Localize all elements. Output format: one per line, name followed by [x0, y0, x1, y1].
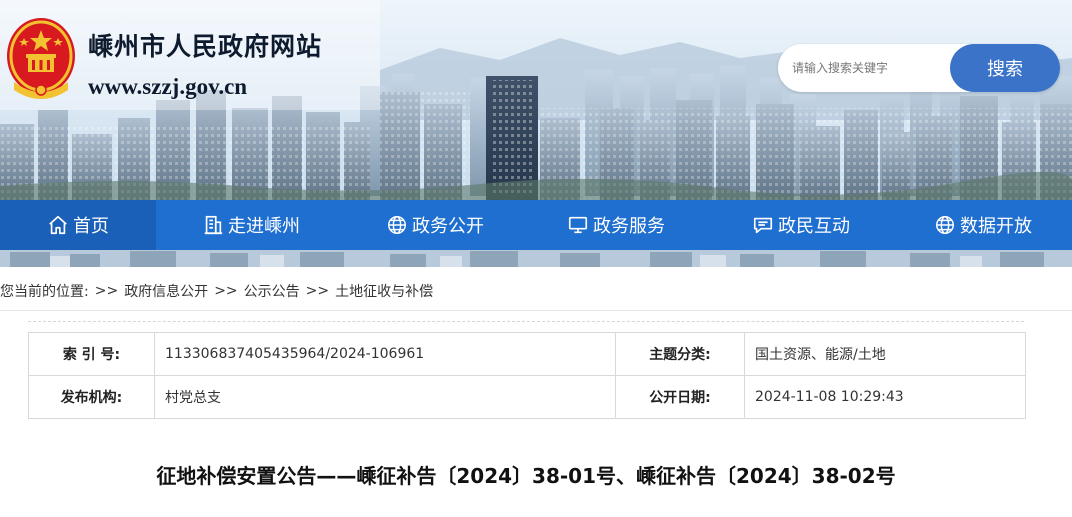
nav-item-label: 首页 — [73, 216, 109, 237]
breadcrumb-separator: >> — [94, 283, 119, 299]
publish-date-value: 2024-11-08 10:29:43 — [744, 375, 1026, 419]
nav-item-about-shengzhou[interactable]: 走进嵊州 — [156, 200, 346, 250]
index-number-label: 索 引 号: — [28, 332, 155, 376]
home-icon — [49, 215, 67, 235]
breadcrumb-separator: >> — [305, 283, 330, 299]
header-banner: 嵊州市人民政府网站 www.szzj.gov.cn 搜索 — [0, 0, 1072, 200]
site-domain: www.szzj.gov.cn — [88, 74, 248, 99]
nav-item-home[interactable]: 首页 — [0, 200, 156, 250]
publish-date-label: 公开日期: — [615, 375, 745, 419]
search-box: 搜索 — [778, 44, 1060, 92]
publisher-label: 发布机构: — [28, 375, 155, 419]
nav-item-label: 政务服务 — [593, 216, 665, 237]
breadcrumb-divider — [0, 310, 1072, 311]
monitor-icon — [568, 216, 588, 234]
meta-dashed-divider — [28, 321, 1024, 322]
nav-item-government-affairs-open[interactable]: 政务公开 — [346, 200, 524, 250]
document-meta-table: 索 引 号: 113306837405435964/2024-106961 主题… — [28, 332, 1026, 419]
table-row: 发布机构: 村党总支 公开日期: 2024-11-08 10:29:43 — [28, 375, 1026, 419]
site-title: 嵊州市人民政府网站 — [88, 32, 323, 61]
nav-item-label: 政民互动 — [778, 216, 850, 237]
breadcrumb-link-gov-info-open[interactable]: 政府信息公开 — [124, 281, 208, 301]
search-button[interactable]: 搜索 — [950, 44, 1060, 92]
banner-strip-image — [0, 250, 1072, 267]
table-row: 索 引 号: 113306837405435964/2024-106961 主题… — [28, 332, 1026, 376]
nav-item-public-interaction[interactable]: 政民互动 — [708, 200, 894, 250]
building-icon — [204, 215, 223, 235]
topic-category-value: 国土资源、能源/土地 — [744, 332, 1026, 376]
main-nav: 首页 走进嵊州 政务公开 政务服务 政民互动 数据开放 — [0, 200, 1072, 250]
globe-icon — [936, 216, 954, 234]
nav-item-label: 政务公开 — [412, 216, 484, 237]
globe-icon — [388, 216, 406, 234]
breadcrumb-link-notices[interactable]: 公示公告 — [244, 281, 300, 301]
nav-item-label: 走进嵊州 — [228, 216, 300, 237]
nav-item-government-services[interactable]: 政务服务 — [524, 200, 708, 250]
nav-item-open-data[interactable]: 数据开放 — [894, 200, 1072, 250]
breadcrumb: 您当前的位置: >> 政府信息公开 >> 公示公告 >> 土地征收与补偿 — [0, 280, 433, 302]
nav-item-label: 数据开放 — [960, 216, 1032, 237]
search-input[interactable] — [792, 56, 957, 80]
chat-icon — [753, 217, 773, 234]
breadcrumb-link-land-expropriation[interactable]: 土地征收与补偿 — [335, 281, 433, 301]
publisher-value: 村党总支 — [154, 375, 616, 419]
breadcrumb-prefix: 您当前的位置: — [0, 284, 89, 300]
article-title: 征地补偿安置公告——嵊征补告〔2024〕38-01号、嵊征补告〔2024〕38-… — [156, 464, 896, 488]
index-number-value: 113306837405435964/2024-106961 — [154, 332, 616, 376]
national-emblem-icon — [7, 18, 75, 99]
topic-category-label: 主题分类: — [615, 332, 745, 376]
breadcrumb-separator: >> — [214, 283, 238, 299]
